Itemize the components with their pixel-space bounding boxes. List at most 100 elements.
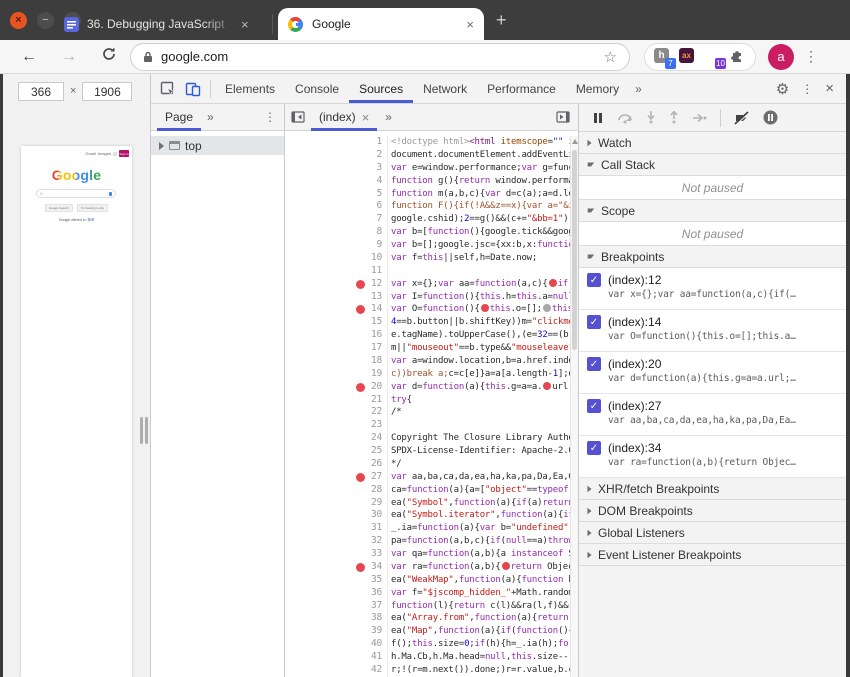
- line-number-gutter[interactable]: 24: [285, 432, 388, 445]
- images-link[interactable]: Images: [98, 151, 111, 156]
- line-number-gutter[interactable]: 2: [285, 149, 388, 162]
- window-minimize-button[interactable]: −: [37, 12, 54, 29]
- language-link[interactable]: हिन्दी: [88, 218, 95, 222]
- line-number-gutter[interactable]: 6: [285, 200, 388, 213]
- extension-gem-icon[interactable]: 10: [704, 48, 721, 65]
- section-watch[interactable]: Watch: [579, 132, 846, 154]
- inspect-element-icon[interactable]: [160, 81, 176, 97]
- line-number-gutter[interactable]: 19: [285, 368, 388, 381]
- bookmark-star-icon[interactable]: ☆: [604, 48, 617, 66]
- navigator-tab-page[interactable]: Page: [157, 104, 201, 131]
- line-number-gutter[interactable]: 31: [285, 522, 388, 535]
- line-number-gutter[interactable]: 41: [285, 651, 388, 664]
- gmail-link[interactable]: Gmail: [85, 151, 95, 156]
- editor-tab-index[interactable]: (index) ×: [311, 104, 377, 131]
- line-number-gutter[interactable]: 8: [285, 226, 388, 239]
- resize-handle[interactable]: [140, 417, 148, 444]
- line-number-gutter[interactable]: 7: [285, 213, 388, 226]
- line-number-gutter[interactable]: 34: [285, 561, 388, 574]
- url-bar[interactable]: google.com ☆: [130, 43, 630, 71]
- scrollbar-thumb[interactable]: [572, 150, 577, 350]
- section-scope[interactable]: Scope: [579, 200, 846, 222]
- devtools-kebab-icon[interactable]: ⋮: [801, 82, 813, 96]
- pause-script-icon[interactable]: [592, 112, 604, 124]
- editor-scrollbar[interactable]: [570, 136, 578, 677]
- line-number-gutter[interactable]: 28: [285, 484, 388, 497]
- breakpoint-checkbox[interactable]: ✓: [587, 315, 601, 329]
- expand-triangle-icon[interactable]: [159, 142, 164, 150]
- tab-close-icon[interactable]: ×: [466, 17, 474, 32]
- breakpoint-checkbox[interactable]: ✓: [587, 357, 601, 371]
- editor-tab-close-icon[interactable]: ×: [362, 110, 370, 125]
- expand-panel-icon[interactable]: [556, 111, 570, 123]
- devtools-close-icon[interactable]: ×: [825, 80, 834, 97]
- breakpoint-checkbox[interactable]: ✓: [587, 273, 601, 287]
- breakpoint-item[interactable]: ✓(index):14var O=function(){this.o=[];th…: [579, 310, 846, 352]
- line-number-gutter[interactable]: 15: [285, 316, 388, 329]
- section-event-listener-breakpoints[interactable]: Event Listener Breakpoints: [579, 544, 846, 566]
- device-width-input[interactable]: [18, 82, 64, 101]
- line-number-gutter[interactable]: 35: [285, 574, 388, 587]
- line-number-gutter[interactable]: 18: [285, 355, 388, 368]
- extension-h-icon[interactable]: h 7: [654, 48, 671, 65]
- line-number-gutter[interactable]: 10: [285, 252, 388, 265]
- line-number-gutter[interactable]: 27: [285, 471, 388, 484]
- url-text[interactable]: google.com: [161, 49, 604, 64]
- tab-network[interactable]: Network: [413, 74, 477, 103]
- google-search-button[interactable]: Google Search: [45, 204, 73, 212]
- navigator-more-chevron-icon[interactable]: »: [207, 110, 214, 124]
- line-number-gutter[interactable]: 23: [285, 419, 388, 432]
- profile-avatar[interactable]: a: [768, 44, 794, 70]
- inline-breakpoint-dot-icon[interactable]: [549, 279, 557, 287]
- line-number-gutter[interactable]: 1: [285, 136, 388, 149]
- new-tab-button[interactable]: +: [496, 10, 507, 31]
- breakpoint-dot-icon[interactable]: [356, 383, 365, 392]
- line-number-gutter[interactable]: 13: [285, 291, 388, 304]
- line-number-gutter[interactable]: 11: [285, 265, 388, 278]
- line-number-gutter[interactable]: 38: [285, 612, 388, 625]
- extensions-puzzle-icon[interactable]: [729, 48, 746, 65]
- breakpoint-checkbox[interactable]: ✓: [587, 399, 601, 413]
- line-number-gutter[interactable]: 14: [285, 303, 388, 316]
- navigator-kebab-icon[interactable]: ⋮: [264, 110, 276, 124]
- breakpoint-dot-icon[interactable]: [356, 280, 365, 289]
- line-number-gutter[interactable]: 30: [285, 509, 388, 522]
- device-toolbar-toggle-icon[interactable]: [185, 81, 201, 97]
- inline-breakpoint-dot-icon[interactable]: [543, 382, 551, 390]
- deactivate-breakpoints-icon[interactable]: [734, 111, 750, 125]
- apps-grid-icon[interactable]: [113, 152, 117, 156]
- inline-breakpoint-candidate-icon[interactable]: [543, 304, 551, 312]
- tab-elements[interactable]: Elements: [215, 74, 285, 103]
- inline-breakpoint-dot-icon[interactable]: [481, 304, 489, 312]
- tree-item-top[interactable]: top: [151, 136, 284, 155]
- breakpoint-dot-icon[interactable]: [356, 473, 365, 482]
- browser-tab-debugging[interactable]: 36. Debugging JavaScript ×: [64, 8, 270, 40]
- line-number-gutter[interactable]: 40: [285, 638, 388, 651]
- feeling-lucky-button[interactable]: I'm Feeling Lucky: [77, 204, 108, 212]
- device-height-input[interactable]: [82, 82, 132, 101]
- collapse-panel-icon[interactable]: [291, 111, 305, 123]
- breakpoint-dot-icon[interactable]: [356, 563, 365, 572]
- tab-performance[interactable]: Performance: [477, 74, 566, 103]
- line-number-gutter[interactable]: 12: [285, 278, 388, 291]
- line-number-gutter[interactable]: 26: [285, 458, 388, 471]
- section-dom-breakpoints[interactable]: DOM Breakpoints: [579, 500, 846, 522]
- reload-icon[interactable]: [98, 46, 120, 67]
- line-number-gutter[interactable]: 3: [285, 162, 388, 175]
- breakpoint-dot-icon[interactable]: [356, 305, 365, 314]
- search-box[interactable]: ⌕: [36, 189, 116, 198]
- line-number-gutter[interactable]: 21: [285, 394, 388, 407]
- breakpoint-item[interactable]: ✓(index):12var x={};var aa=function(a,c)…: [579, 268, 846, 310]
- line-number-gutter[interactable]: 9: [285, 239, 388, 252]
- extension-axe-icon[interactable]: ax: [679, 48, 696, 65]
- code-lines[interactable]: 1<!doctype html><html itemscope="" ite2d…: [285, 136, 570, 677]
- mic-icon[interactable]: [109, 192, 112, 196]
- page-preview[interactable]: Gmail Images Sign in Google ⌕ Google Sea…: [21, 146, 132, 677]
- breakpoint-item[interactable]: ✓(index):27var aa,ba,ca,da,ea,ha,ka,pa,D…: [579, 394, 846, 436]
- line-number-gutter[interactable]: 36: [285, 587, 388, 600]
- sign-in-button[interactable]: Sign in: [119, 150, 129, 157]
- section-global-listeners[interactable]: Global Listeners: [579, 522, 846, 544]
- line-number-gutter[interactable]: 33: [285, 548, 388, 561]
- breakpoint-item[interactable]: ✓(index):34var ra=function(a,b){return O…: [579, 436, 846, 478]
- line-number-gutter[interactable]: 17: [285, 342, 388, 355]
